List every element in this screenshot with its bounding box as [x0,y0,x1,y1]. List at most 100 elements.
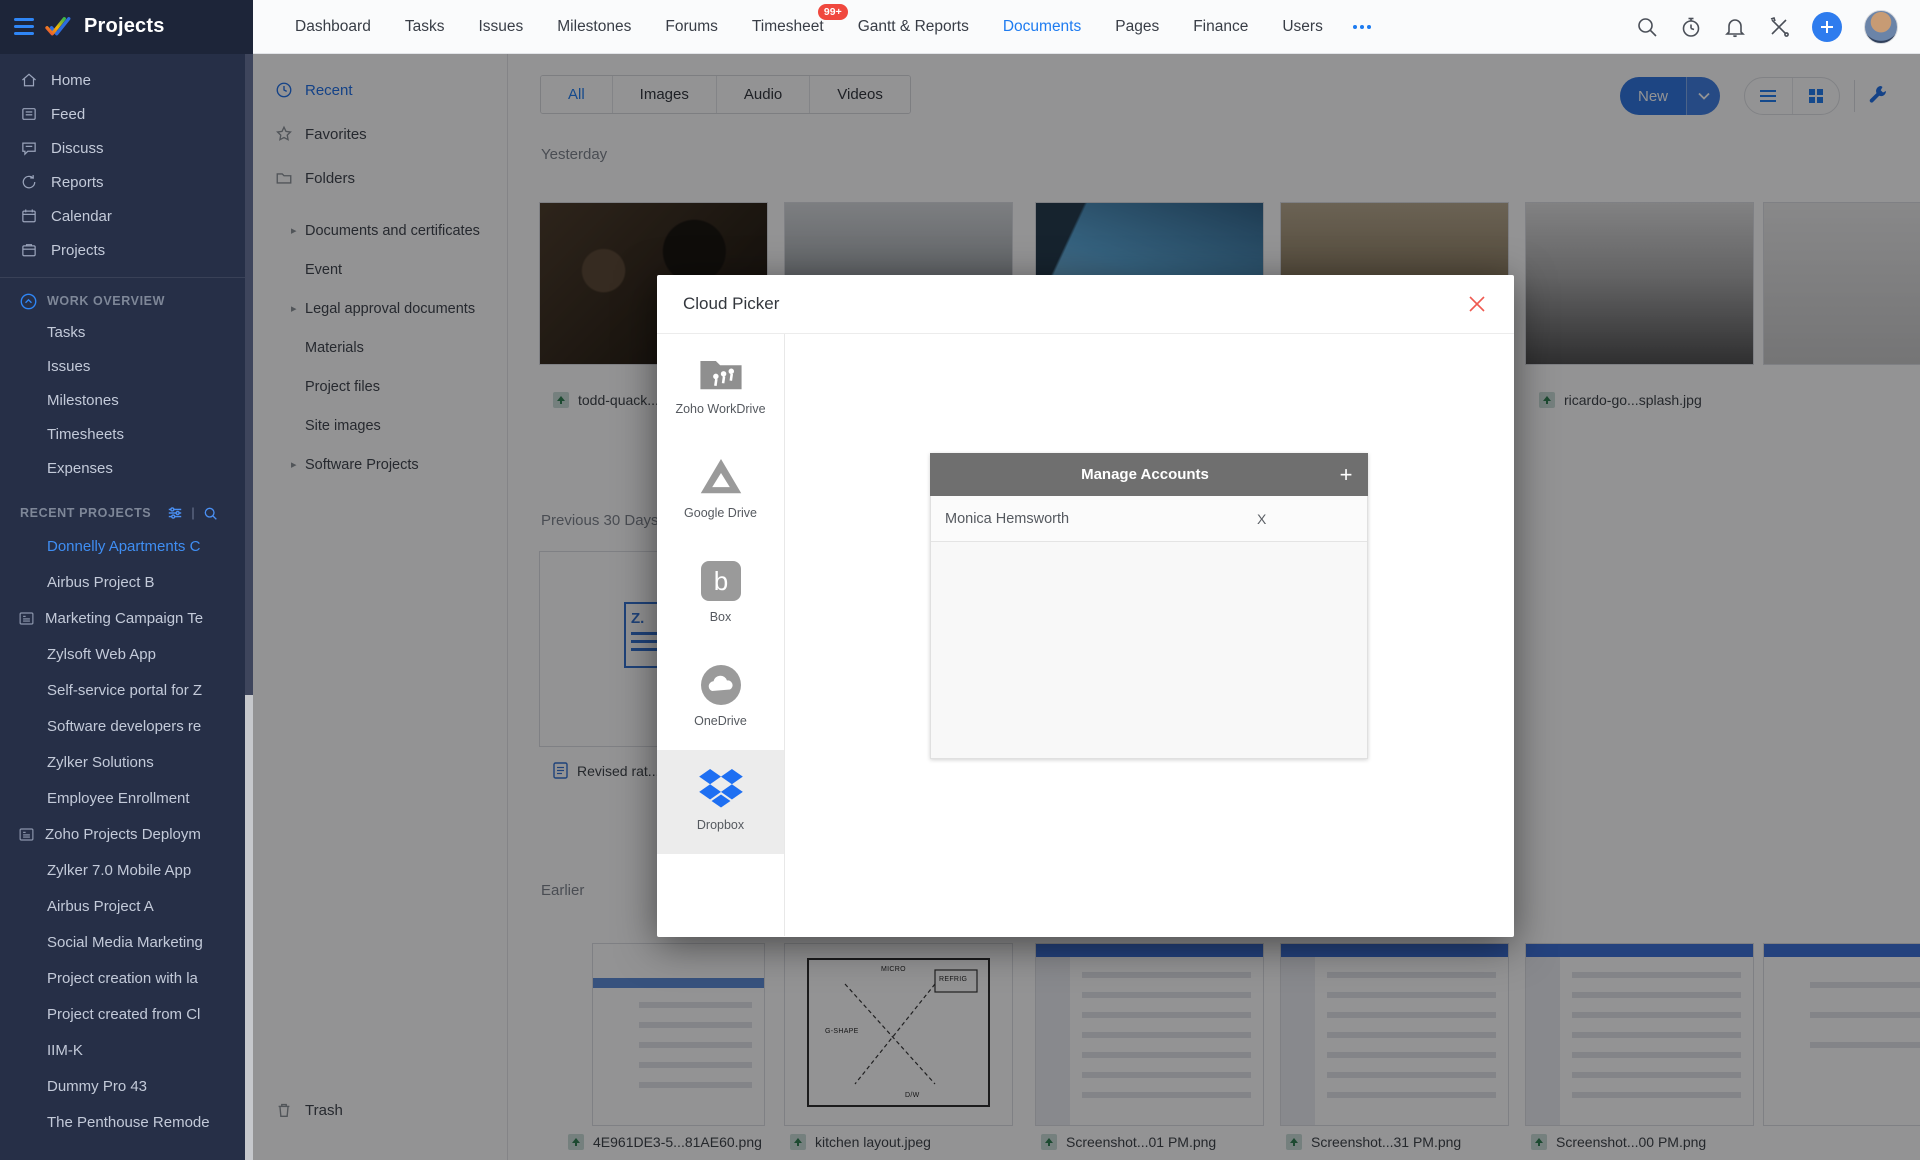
project-item[interactable]: Zylsoft Web App [0,636,253,672]
sidebar-item-label: Home [51,72,91,89]
nav-item-dashboard[interactable]: Dashboard [281,10,385,44]
sidebar-item-wo-tasks[interactable]: Tasks [0,316,253,350]
dialog-body: Zoho WorkDrive Google Drive b Box OneDri… [657,334,1514,936]
project-search-icon[interactable] [203,506,218,521]
project-item[interactable]: Employee Enrollment [0,780,253,816]
project-item[interactable]: Airbus Project B [0,564,253,600]
brand-area: Projects [0,0,253,54]
project-item[interactable]: Zoho Projects Deploym [0,816,253,852]
dialog-header: Cloud Picker [657,275,1514,334]
timer-icon[interactable] [1680,16,1702,38]
top-navigation-bar: Projects Dashboard Tasks Issues Mileston… [0,0,1920,54]
google-drive-icon [657,452,784,502]
project-item[interactable]: Zylker 7.0 Mobile App [0,852,253,888]
nav-item-pages[interactable]: Pages [1101,10,1173,44]
project-item[interactable]: Project creation with la [0,960,253,996]
topbar-actions [1636,10,1920,44]
feed-icon [20,105,38,123]
remove-account-button[interactable]: X [1257,511,1367,527]
sidebar-item-feed[interactable]: Feed [0,97,253,131]
accounts-list: Monica Hemsworth X [930,496,1368,759]
projects-icon [20,241,38,259]
sidebar-item-label: Calendar [51,208,112,225]
sidebar-item-discuss[interactable]: Discuss [0,131,253,165]
calendar-icon [20,207,38,225]
project-item[interactable]: Dummy Pro 43 [0,1068,253,1104]
brand-name: Projects [84,15,165,38]
sidebar-item-wo-expenses[interactable]: Expenses [0,452,253,486]
account-row: Monica Hemsworth X [931,496,1367,542]
section-title: RECENT PROJECTS [20,506,151,520]
nav-item-forums[interactable]: Forums [651,10,732,44]
nav-item-timesheet[interactable]: Timesheet 99+ [738,10,838,44]
notifications-bell-icon[interactable] [1724,16,1746,38]
sidebar-item-label: Projects [51,242,105,259]
filter-sliders-icon[interactable] [167,505,183,521]
project-item-label: Zoho Projects Deploym [45,826,201,843]
service-item-dropbox[interactable]: Dropbox [657,750,784,854]
project-board-icon [18,826,35,843]
service-label: Google Drive [657,506,784,520]
reports-icon [20,173,38,191]
project-item[interactable]: Software developers re [0,708,253,744]
sidebar-item-reports[interactable]: Reports [0,165,253,199]
zoho-workdrive-icon [657,348,784,398]
tools-icon[interactable] [1768,16,1790,38]
manage-accounts-header: Manage Accounts + [930,453,1368,496]
add-button[interactable] [1812,12,1842,42]
collapse-circle-icon[interactable] [20,293,37,310]
zoho-projects-logo [44,14,74,40]
work-overview-header: WORK OVERVIEW [0,286,253,316]
sidebar-scrollbar[interactable] [245,54,253,1160]
sidebar-item-label: Reports [51,174,104,191]
header-divider: | [191,506,195,520]
sidebar-item-wo-issues[interactable]: Issues [0,350,253,384]
service-label: Box [657,610,784,624]
zoho-projects-app: { "topbar": { "brand": "Projects", "nav_… [0,0,1920,1160]
nav-item-finance[interactable]: Finance [1179,10,1262,44]
sidebar-item-wo-milestones[interactable]: Milestones [0,384,253,418]
project-item[interactable]: Zylker Solutions [0,744,253,780]
project-item-label: Marketing Campaign Te [45,610,203,627]
menu-icon[interactable] [14,18,34,35]
nav-item-users[interactable]: Users [1268,10,1336,44]
recent-projects-header: RECENT PROJECTS | [0,498,253,528]
project-item[interactable]: The Penthouse Remode [0,1104,253,1140]
project-item[interactable]: Social Media Marketing [0,924,253,960]
service-label: Dropbox [657,818,784,832]
project-item[interactable]: Airbus Project A [0,888,253,924]
service-item-box[interactable]: b Box [657,542,784,646]
account-name: Monica Hemsworth [931,511,1257,527]
onedrive-icon [657,660,784,710]
service-item-google-drive[interactable]: Google Drive [657,438,784,542]
sidebar-item-calendar[interactable]: Calendar [0,199,253,233]
search-icon[interactable] [1636,16,1658,38]
close-icon[interactable] [1466,293,1488,315]
nav-item-documents[interactable]: Documents [989,10,1095,44]
project-item[interactable]: Donnelly Apartments C [0,528,253,564]
sidebar-item-wo-timesheets[interactable]: Timesheets [0,418,253,452]
sidebar-item-label: Feed [51,106,85,123]
discuss-icon [20,139,38,157]
sidebar-item-projects[interactable]: Projects [0,233,253,267]
manage-accounts-panel: Manage Accounts + Monica Hemsworth X [930,453,1368,759]
project-item[interactable]: Self-service portal for Z [0,672,253,708]
user-avatar[interactable] [1864,10,1898,44]
add-account-button[interactable]: + [1324,462,1368,488]
project-item[interactable]: Project created from Cl [0,996,253,1032]
svg-text:b: b [713,566,727,596]
nav-item-milestones[interactable]: Milestones [543,10,645,44]
nav-item-tasks[interactable]: Tasks [391,10,459,44]
dropbox-icon [657,764,784,814]
nav-item-issues[interactable]: Issues [464,10,537,44]
nav-overflow-icon[interactable] [1343,17,1381,37]
nav-item-gantt-reports[interactable]: Gantt & Reports [844,10,983,44]
service-item-zoho-workdrive[interactable]: Zoho WorkDrive [657,334,784,438]
section-title: WORK OVERVIEW [47,294,165,308]
sidebar-item-home[interactable]: Home [0,63,253,97]
service-item-onedrive[interactable]: OneDrive [657,646,784,750]
service-label: OneDrive [657,714,784,728]
left-sidebar: Home Feed Discuss Reports Calendar Proje… [0,54,253,1160]
project-item[interactable]: Marketing Campaign Te [0,600,253,636]
project-item[interactable]: IIM-K [0,1032,253,1068]
